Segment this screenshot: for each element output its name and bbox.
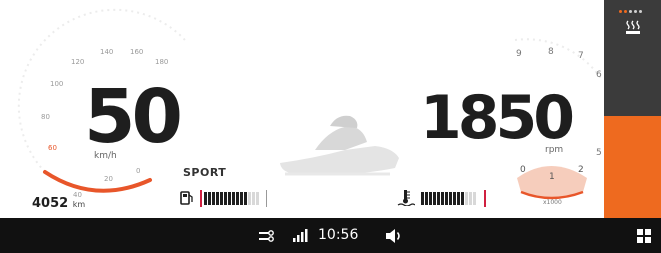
temperature-level-segment [433,192,436,205]
fuel-pump-icon [180,191,193,205]
temperature-level-segment [441,192,444,205]
fuel-full-marker [266,190,267,207]
speed-fill-arc [43,170,152,193]
odometer-value: 4052 km [32,196,85,211]
side-rail [604,0,661,218]
temperature-level-segment [449,192,452,205]
coolant-temperature-icon [397,190,416,207]
rail-button-6[interactable] [604,184,661,218]
rpm-sub-unit: x1000 [543,199,562,206]
status-bar: 10:56 [0,218,661,253]
speed-value: 50 [84,74,183,160]
rpm-scale-arc [514,38,603,81]
fuel-level-bar [204,192,259,205]
speed-tick-120: 120 [71,58,85,66]
fuel-level-segment [232,192,235,205]
heated-seat-icon [626,20,640,34]
temperature-gauge [397,189,416,210]
rpm-tick-5: 5 [596,148,602,158]
speed-tick-80: 80 [41,113,50,121]
connection-icon[interactable] [257,229,275,243]
rpm-unit: rpm [545,145,564,155]
speed-tick-180: 180 [155,58,169,66]
rail-button-4[interactable] [604,116,661,151]
heated-seat-button[interactable] [604,0,661,49]
temperature-level-segment [429,192,432,205]
speed-tick-100: 100 [50,80,64,88]
watercraft-image [280,115,399,176]
temperature-level-segment [425,192,428,205]
speed-tick-160: 160 [130,48,144,56]
fuel-level-segment [216,192,219,205]
fuel-level-segment [204,192,207,205]
fuel-level-segment [256,192,259,205]
rpm-value: 1850 [420,83,575,153]
temperature-level-segment [469,192,472,205]
ride-mode-label: SPORT [183,166,227,179]
temperature-level-segment [473,192,476,205]
temperature-level-segment [421,192,424,205]
temperature-hot-marker [484,190,486,207]
speed-tick-60: 60 [48,144,57,152]
fuel-level-segment [240,192,243,205]
fuel-level-segment [228,192,231,205]
odometer-number: 4052 [32,196,69,211]
fuel-level-segment [252,192,255,205]
temperature-level-segment [461,192,464,205]
rpm-sub-tick-2: 2 [578,165,584,175]
fuel-level-segment [248,192,251,205]
fuel-level-segment [224,192,227,205]
rpm-tick-9: 9 [516,49,522,59]
speed-tick-20: 20 [104,175,113,183]
speed-tick-140: 140 [100,48,114,56]
rpm-sub-tick-0: 0 [520,165,526,175]
speed-tick-0: 0 [136,167,141,175]
odometer-unit: km [72,200,86,209]
heat-level-dots [619,10,642,13]
apps-grid-icon[interactable] [637,229,651,243]
signal-icon [293,229,308,242]
temperature-level-bar [421,192,476,205]
rpm-tick-7: 7 [578,51,584,61]
temperature-level-segment [453,192,456,205]
instrument-cluster: 40 20 0 60 80 100 120 140 160 180 50 km/… [0,0,604,218]
temperature-level-segment [445,192,448,205]
rpm-tick-6: 6 [596,70,602,80]
rail-button-5[interactable] [604,150,661,185]
fuel-level-segment [212,192,215,205]
rpm-tick-8: 8 [548,47,554,57]
clock-time: 10:56 [318,227,359,243]
fuel-empty-marker [200,190,202,207]
volume-icon[interactable] [385,228,403,244]
fuel-level-segment [236,192,239,205]
fuel-level-segment [244,192,247,205]
rpm-sub-tick-1: 1 [549,172,555,182]
rail-button-2[interactable] [604,48,661,83]
temperature-level-segment [465,192,468,205]
fuel-level-segment [220,192,223,205]
speed-unit: km/h [94,151,117,161]
fuel-level-segment [208,192,211,205]
rail-button-3[interactable] [604,82,661,117]
temperature-level-segment [437,192,440,205]
temperature-level-segment [457,192,460,205]
fuel-gauge [180,190,194,209]
